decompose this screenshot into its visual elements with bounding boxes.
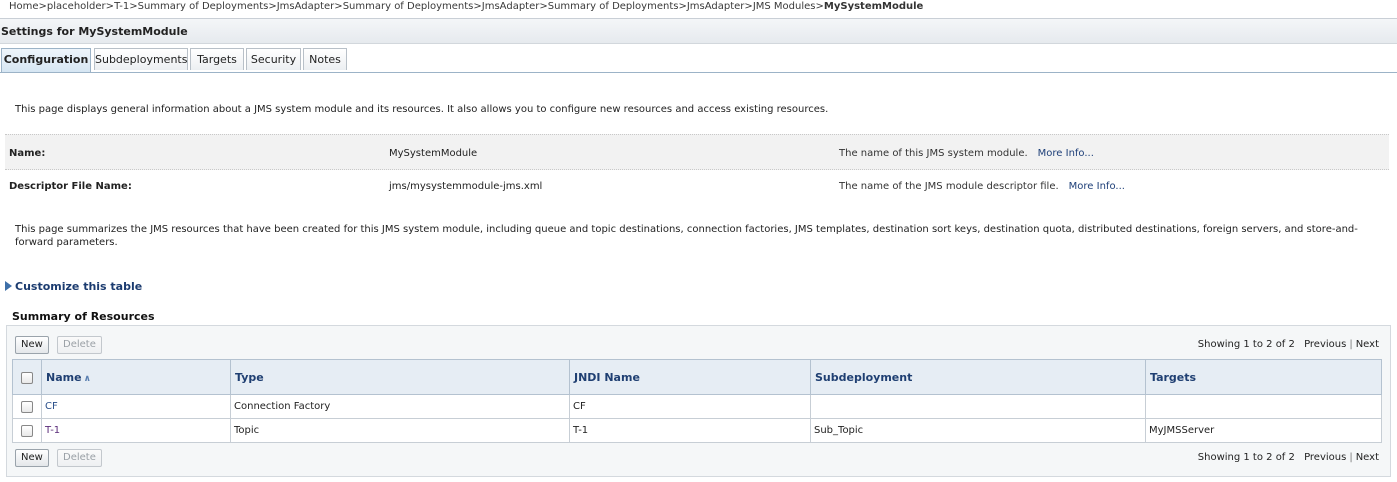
- previous-link[interactable]: Previous: [1304, 452, 1346, 463]
- select-all-checkbox[interactable]: [21, 371, 33, 384]
- breadcrumb-jmsadapter-1[interactable]: JmsAdapter: [277, 1, 335, 12]
- breadcrumb-summary-deployments-2[interactable]: Summary of Deployments: [343, 1, 474, 12]
- field-value: MySystemModule: [389, 148, 478, 159]
- tab-configuration[interactable]: Configuration: [1, 48, 91, 72]
- resource-jndi: T-1: [569, 418, 811, 443]
- next-link[interactable]: Next: [1356, 452, 1379, 463]
- row-select-cell: [12, 394, 42, 419]
- resource-name-link[interactable]: T-1: [41, 418, 231, 443]
- column-header-subdeployment[interactable]: Subdeployment: [810, 359, 1146, 395]
- row-select-cell: [12, 418, 42, 443]
- breadcrumb-current: MySystemModule: [823, 1, 924, 12]
- previous-link[interactable]: Previous: [1304, 339, 1346, 350]
- breadcrumb-placeholder[interactable]: placeholder: [47, 1, 106, 12]
- summary-title: Summary of Resources: [12, 310, 155, 323]
- pager-separator: |: [1349, 452, 1353, 463]
- tab-subdeployments[interactable]: Subdeployments: [94, 48, 188, 70]
- pager-status: Showing 1 to 2 of 2: [1197, 339, 1295, 350]
- field-row-name: Name: MySystemModule The name of this JM…: [5, 134, 1389, 170]
- tab-notes[interactable]: Notes: [303, 48, 347, 70]
- breadcrumb-t1[interactable]: T-1: [114, 1, 129, 12]
- column-header-name[interactable]: Name ∧: [41, 359, 231, 395]
- column-header-jndi[interactable]: JNDI Name: [569, 359, 811, 395]
- customize-label: Customize this table: [15, 280, 143, 293]
- resource-subdeployment: [810, 394, 1146, 419]
- resource-jndi: CF: [569, 394, 811, 419]
- resource-name-link[interactable]: CF: [41, 394, 231, 419]
- resource-type: Connection Factory: [230, 394, 570, 419]
- page-title: Settings for MySystemModule: [1, 25, 188, 38]
- field-description: The name of the JMS module descriptor fi…: [839, 181, 1125, 192]
- column-header-targets[interactable]: Targets: [1145, 359, 1382, 395]
- more-info-link[interactable]: More Info...: [1038, 148, 1094, 159]
- resource-targets: [1145, 394, 1382, 419]
- pager-bottom: Showing 1 to 2 of 2 Previous | Next: [1198, 452, 1379, 463]
- more-info-link[interactable]: More Info...: [1069, 181, 1125, 192]
- pager-separator: |: [1349, 339, 1353, 350]
- breadcrumb-summary-deployments-1[interactable]: Summary of Deployments: [138, 1, 269, 12]
- tab-divider: [0, 72, 1397, 73]
- field-value: jms/mysystemmodule-jms.xml: [389, 181, 543, 192]
- table-row: T-1 Topic T-1 Sub_Topic MyJMSServer: [12, 418, 1382, 443]
- field-label: Descriptor File Name:: [9, 181, 132, 192]
- table-header-row: Name ∧ Type JNDI Name Subdeployment Targe…: [12, 359, 1382, 395]
- customize-table-toggle[interactable]: Customize this table: [5, 280, 142, 293]
- tab-security[interactable]: Security: [246, 48, 301, 70]
- row-checkbox[interactable]: [21, 400, 33, 413]
- resource-targets: MyJMSServer: [1145, 418, 1382, 443]
- breadcrumb-home[interactable]: Home: [9, 1, 39, 12]
- column-label: Name: [46, 370, 82, 384]
- select-all-header: [12, 359, 42, 395]
- column-header-type[interactable]: Type: [230, 359, 570, 395]
- sort-ascending-icon: ∧: [83, 373, 91, 384]
- new-button-bottom[interactable]: New: [15, 449, 49, 467]
- next-link[interactable]: Next: [1356, 339, 1379, 350]
- field-description-text: The name of the JMS module descriptor fi…: [839, 181, 1059, 192]
- breadcrumb: Home>placeholder>T-1>Summary of Deployme…: [9, 1, 924, 12]
- pager-status: Showing 1 to 2 of 2: [1197, 452, 1295, 463]
- field-label: Name:: [9, 148, 46, 159]
- delete-button-bottom[interactable]: Delete: [57, 449, 102, 467]
- row-checkbox[interactable]: [21, 424, 33, 437]
- table-row: CF Connection Factory CF: [12, 394, 1382, 419]
- field-row-descriptor: Descriptor File Name: jms/mysystemmodule…: [5, 168, 1389, 202]
- intro-description: This page displays general information a…: [15, 104, 829, 115]
- pager-top: Showing 1 to 2 of 2 Previous | Next: [1198, 339, 1379, 350]
- summary-description: This page summarizes the JMS resources t…: [15, 224, 1358, 248]
- tab-targets[interactable]: Targets: [190, 48, 244, 70]
- breadcrumb-jmsadapter-3[interactable]: JmsAdapter: [687, 1, 745, 12]
- settings-header: Settings for MySystemModule: [0, 19, 1397, 44]
- field-description: The name of this JMS system module. More …: [839, 148, 1094, 159]
- delete-button[interactable]: Delete: [57, 336, 102, 354]
- breadcrumb-jmsadapter-2[interactable]: JmsAdapter: [482, 1, 540, 12]
- breadcrumb-jms-modules[interactable]: JMS Modules: [753, 1, 816, 12]
- resources-table: Name ∧ Type JNDI Name Subdeployment Targe…: [12, 359, 1382, 443]
- resource-type: Topic: [230, 418, 570, 443]
- resource-subdeployment: Sub_Topic: [810, 418, 1146, 443]
- breadcrumb-summary-deployments-3[interactable]: Summary of Deployments: [548, 1, 679, 12]
- expand-triangle-icon: [5, 281, 12, 291]
- new-button[interactable]: New: [15, 336, 49, 354]
- field-description-text: The name of this JMS system module.: [839, 148, 1028, 159]
